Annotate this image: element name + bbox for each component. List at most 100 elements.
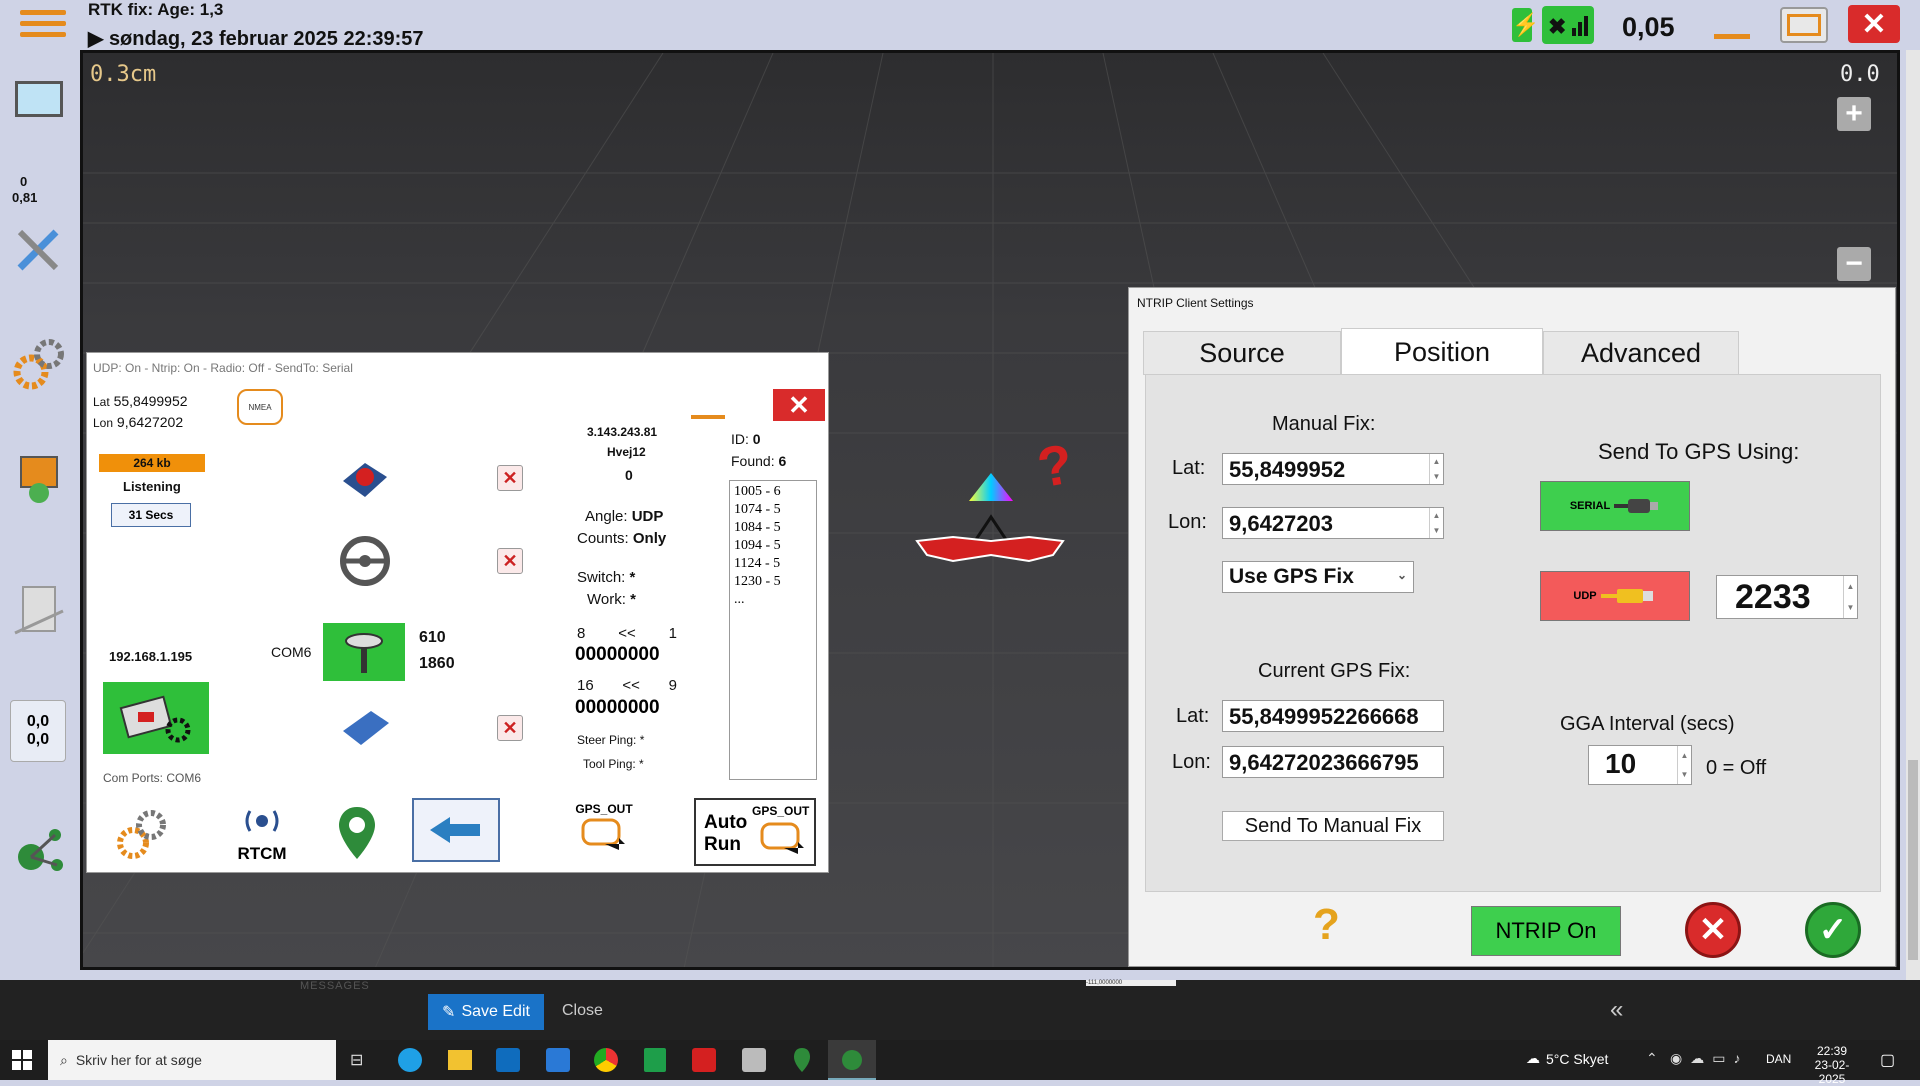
ntrip-on-button[interactable]: NTRIP On [1471,906,1621,956]
language-indicator[interactable]: DAN [1766,1052,1791,1066]
imu-remove-button[interactable]: ✕ [497,465,523,491]
manual-fix-heading: Manual Fix: [1272,413,1376,435]
manual-lon-input[interactable]: 9,6427203 ▲ ▼ [1222,507,1444,539]
rtcm-button[interactable]: RTCM [227,805,297,865]
printer-app-icon[interactable] [742,1048,766,1072]
gps-count-1: 610 [419,629,446,646]
cancel-button[interactable]: ✕ [1685,902,1741,958]
boundary-icon[interactable] [10,580,68,638]
zoom-in-button[interactable]: + [1837,97,1871,131]
zoom-out-button[interactable]: − [1837,247,1871,281]
steer-remove-button[interactable]: ✕ [497,548,523,574]
weather-widget[interactable]: ☁ 5°C Skyet [1526,1050,1608,1067]
app-close-button[interactable]: ✕ [1848,5,1900,43]
gga-interval-input[interactable]: 10 ▲ ▼ [1588,745,1692,785]
manual-lon-spinner[interactable]: ▲ ▼ [1429,508,1443,538]
close-link[interactable]: Close [562,1002,603,1020]
settings-gears-icon[interactable] [10,335,68,393]
ethernet-icon [119,695,191,743]
chrome-icon[interactable] [594,1048,618,1072]
windows-start-icon[interactable] [12,1050,32,1070]
tray-status-icons[interactable]: ◉☁▭♪ [1670,1050,1748,1067]
udp-toggle-button[interactable]: UDP [1540,571,1690,621]
speed-readout: 0,05 [1622,12,1675,42]
gps-out-label: GPS_OUT [575,802,633,816]
gps-pin-app-icon[interactable] [792,1046,812,1074]
send-to-manual-fix-button[interactable]: Send To Manual Fix [1222,811,1444,841]
tab-advanced[interactable]: Advanced [1543,331,1739,375]
gps-antenna-button[interactable] [323,623,405,681]
work-value: * [630,591,636,608]
task-view-icon[interactable]: ⊟ [350,1050,363,1070]
outlook-icon[interactable] [496,1048,520,1072]
power-icon[interactable]: ⚡ [1512,8,1539,42]
tray-chevron-icon[interactable]: ⌃ [1646,1050,1658,1067]
work-row: Work: * [587,591,636,608]
data-rate-badge: 264 kb [99,454,205,472]
vertical-scrollbar[interactable] [1906,50,1920,1030]
maximize-button[interactable] [1780,7,1828,43]
manual-lat-spinner[interactable]: ▲ ▼ [1429,454,1443,484]
screen-icon[interactable] [10,70,68,128]
list-item: 1124 - 5 [734,556,781,571]
windows-taskbar: ⌕ Skriv her for at søge ⊟ ☁ 5°C Skyet ⌃ ◉☁… [0,1040,1920,1086]
minimize-icon[interactable] [1714,34,1750,39]
collapse-icon[interactable]: « [1610,996,1623,1024]
map-pin-icon[interactable] [335,803,379,868]
counts-label: Counts: [577,530,629,547]
signal-status-icon[interactable]: ✖ [1542,6,1594,44]
bits-2-left: 16 [577,677,594,694]
field-job-icon[interactable] [10,450,68,508]
acrobat-icon[interactable] [692,1048,716,1072]
udp-port-input[interactable]: 2233 ▲ ▼ [1716,575,1858,619]
help-icon[interactable]: ? [1313,900,1340,950]
gps-fix-select[interactable]: Use GPS Fix ⌄ [1222,561,1414,593]
store-icon[interactable] [546,1048,570,1072]
counts-row: Counts: Only [577,530,666,547]
machine-remove-button[interactable]: ✕ [497,715,523,741]
rtcm-message-list[interactable]: 1005 - 6 1074 - 5 1084 - 5 1094 - 5 1124… [729,480,817,780]
tab-position[interactable]: Position [1341,328,1543,375]
xy-offset-button[interactable]: 0,0 0,0 [10,700,66,762]
current-gps-fix-heading: Current GPS Fix: [1258,660,1411,682]
auto-run-gps-out-label: GPS_OUT [752,804,810,818]
tab-source[interactable]: Source [1143,331,1341,375]
gga-interval-value: 10 [1605,748,1637,779]
imu-board-icon[interactable] [337,455,393,506]
gga-interval-spinner[interactable]: ▲ ▼ [1677,746,1691,784]
machine-module-icon[interactable] [337,703,393,754]
current-lon-field: 9,64272023666795 [1222,746,1444,778]
steering-wheel-icon[interactable] [337,535,393,592]
taskbar-search-input[interactable]: ⌕ Skriv her for at søge [48,1040,336,1080]
file-explorer-icon[interactable] [448,1050,472,1070]
gps-out-button[interactable]: GPS_OUT [569,802,639,862]
manual-lat-input[interactable]: 55,8499952 ▲ ▼ [1222,453,1444,485]
agopen-app-icon[interactable] [828,1040,876,1080]
serial-toggle-button[interactable]: SERIAL [1540,481,1690,531]
auto-run-button[interactable]: Auto Run GPS_OUT [694,798,816,866]
notification-icon[interactable]: ▢ [1880,1050,1895,1070]
left-value-1: 0 [20,174,28,189]
hamburger-menu-icon[interactable] [20,10,66,40]
nmea-chat-icon[interactable]: NMEA [237,389,283,425]
datetime-display[interactable]: ▶ søndag, 23 februar 2025 22:39:57 [88,26,424,51]
list-item: 1094 - 5 [734,538,781,553]
confirm-button[interactable]: ✓ [1805,902,1861,958]
clock-date: 23-02-2025 [1814,1058,1850,1086]
bits-1-right: 1 [668,625,677,642]
ntrip-count: 0 [625,467,633,483]
ethernet-settings-button[interactable] [103,682,209,754]
back-button[interactable] [412,798,500,862]
switch-label: Switch: [577,569,626,586]
udp-port-spinner[interactable]: ▲ ▼ [1843,576,1857,618]
udp-settings-gears-icon[interactable] [113,805,171,868]
ab-line-icon[interactable] [10,820,68,878]
udp-port-value: 2233 [1735,578,1811,616]
udp-minimize-icon[interactable] [691,415,725,419]
save-edit-button[interactable]: ✎ Save Edit [428,994,544,1030]
spreadsheet-icon[interactable] [644,1048,666,1072]
edge-icon[interactable] [398,1048,422,1072]
udp-close-button[interactable]: ✕ [773,389,825,421]
tools-icon[interactable] [10,220,68,278]
scrollbar-thumb[interactable] [1908,760,1918,960]
